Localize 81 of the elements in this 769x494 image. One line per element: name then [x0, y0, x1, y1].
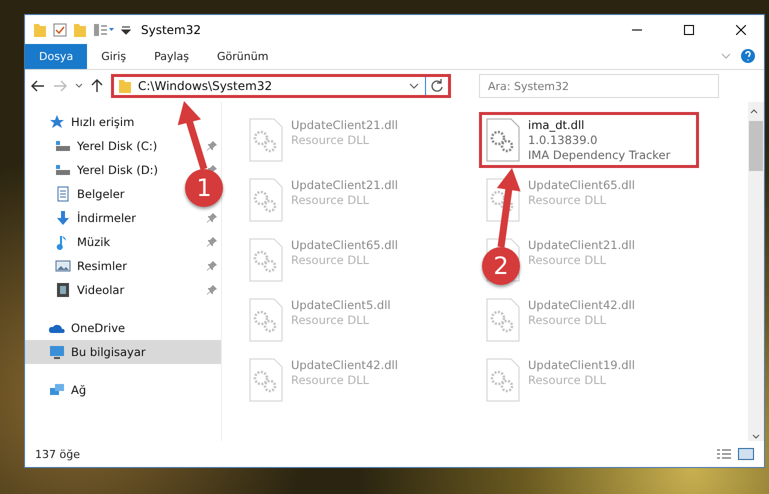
file-detail: Resource DLL — [291, 313, 370, 328]
item-count: 137 öğe — [35, 448, 81, 460]
ribbon-tab[interactable]: Görünüm — [203, 44, 282, 69]
pin-icon[interactable] — [207, 261, 217, 271]
gears-file-icon — [486, 298, 520, 342]
file-name: UpdateClient5.dll — [291, 298, 391, 313]
file-name: UpdateClient65.dll — [291, 238, 398, 253]
documents-icon — [55, 186, 71, 202]
file-detail: Resource DLL — [528, 193, 608, 208]
sidebar-item[interactable]: Ağ — [25, 378, 175, 402]
star-icon — [49, 114, 65, 130]
folder-icon — [118, 78, 132, 94]
folder-icon — [33, 22, 47, 38]
view-dropdown-icon[interactable] — [93, 22, 115, 36]
gears-file-icon — [486, 118, 520, 162]
chevron-down-icon[interactable] — [409, 83, 419, 89]
file-detail: Resource DLL — [291, 193, 370, 208]
sidebar-item[interactable]: Yerel Disk (C:) — [25, 134, 175, 158]
up-arrow-icon[interactable] — [91, 79, 103, 93]
properties-icon[interactable] — [53, 22, 67, 36]
sidebar-item[interactable]: Yerel Disk (D:) — [25, 158, 175, 182]
address-bar[interactable]: C:\Windows\System32 — [111, 74, 451, 98]
recent-chevron-icon[interactable] — [75, 83, 83, 89]
step-number-badge: 2 — [482, 247, 520, 285]
computer-icon — [49, 344, 65, 360]
scroll-bar[interactable] — [748, 102, 764, 441]
file-detail: Resource DLL — [528, 313, 608, 328]
ribbon-tab[interactable]: Paylaş — [140, 44, 203, 69]
file-name: UpdateClient42.dll — [291, 358, 398, 373]
file-name: ima_dt.dll — [528, 118, 586, 133]
window-title: System32 — [141, 22, 202, 36]
pictures-icon — [55, 258, 71, 274]
file-name: UpdateClient21.dll — [291, 118, 398, 133]
selected-file-item[interactable]: ima_dt.dll 1.0.13839.0 IMA Dependency Tracker — [479, 112, 699, 168]
videos-icon — [55, 282, 71, 298]
gears-file-icon — [249, 298, 283, 342]
annotation-arrow — [178, 101, 208, 170]
pin-icon[interactable] — [207, 141, 217, 151]
file-detail: IMA Dependency Tracker — [528, 148, 670, 163]
close-icon — [736, 24, 746, 34]
pin-icon[interactable] — [207, 213, 217, 223]
file-name: UpdateClient65.dll — [528, 178, 635, 193]
gears-file-icon — [249, 118, 283, 162]
sidebar-item[interactable]: Hızlı erişim — [25, 110, 175, 134]
new-folder-icon — [73, 22, 87, 38]
pin-icon[interactable] — [207, 237, 217, 247]
sidebar-item[interactable]: Müzik — [25, 230, 175, 254]
file-detail: Resource DLL — [528, 373, 608, 388]
pin-icon[interactable] — [207, 285, 217, 295]
sidebar-item[interactable]: Resimler — [25, 254, 175, 278]
ribbon-tab[interactable]: Giriş — [87, 44, 140, 69]
ribbon-tab[interactable]: Dosya — [25, 44, 88, 69]
gears-file-icon — [249, 358, 283, 402]
search-field[interactable]: Ara: System32 — [479, 74, 719, 98]
tiles-view-icon[interactable] — [738, 448, 754, 460]
step-number-badge: 1 — [185, 169, 223, 207]
sidebar-item[interactable]: Videolar — [25, 278, 175, 302]
file-detail: Resource DLL — [291, 373, 370, 388]
gears-file-icon — [249, 178, 283, 222]
file-name: UpdateClient42.dll — [528, 298, 635, 313]
file-name: UpdateClient21.dll — [291, 178, 398, 193]
drive-icon — [55, 162, 71, 178]
sidebar-item[interactable]: Belgeler — [25, 182, 175, 206]
sidebar-item[interactable]: İndirmeler — [25, 206, 175, 230]
network-icon — [49, 382, 65, 398]
sidebar-item[interactable]: OneDrive — [25, 316, 175, 340]
file-detail: Resource DLL — [291, 253, 370, 268]
file-detail: Resource DLL — [291, 133, 370, 148]
drive-icon — [55, 138, 71, 154]
file-detail: Resource DLL — [528, 253, 608, 268]
dropdown-arrow-icon[interactable] — [121, 24, 131, 34]
download-icon — [55, 210, 71, 226]
file-detail: 1.0.13839.0 — [528, 133, 598, 148]
gears-file-icon — [486, 358, 520, 402]
file-name: UpdateClient21.dll — [528, 238, 635, 253]
file-name: UpdateClient19.dll — [528, 358, 635, 373]
sidebar-item[interactable]: Bu bilgisayar — [25, 340, 221, 364]
maximize-icon — [684, 24, 694, 34]
details-view-icon[interactable] — [716, 448, 732, 460]
gears-file-icon — [249, 238, 283, 282]
back-arrow-icon[interactable] — [31, 80, 45, 92]
